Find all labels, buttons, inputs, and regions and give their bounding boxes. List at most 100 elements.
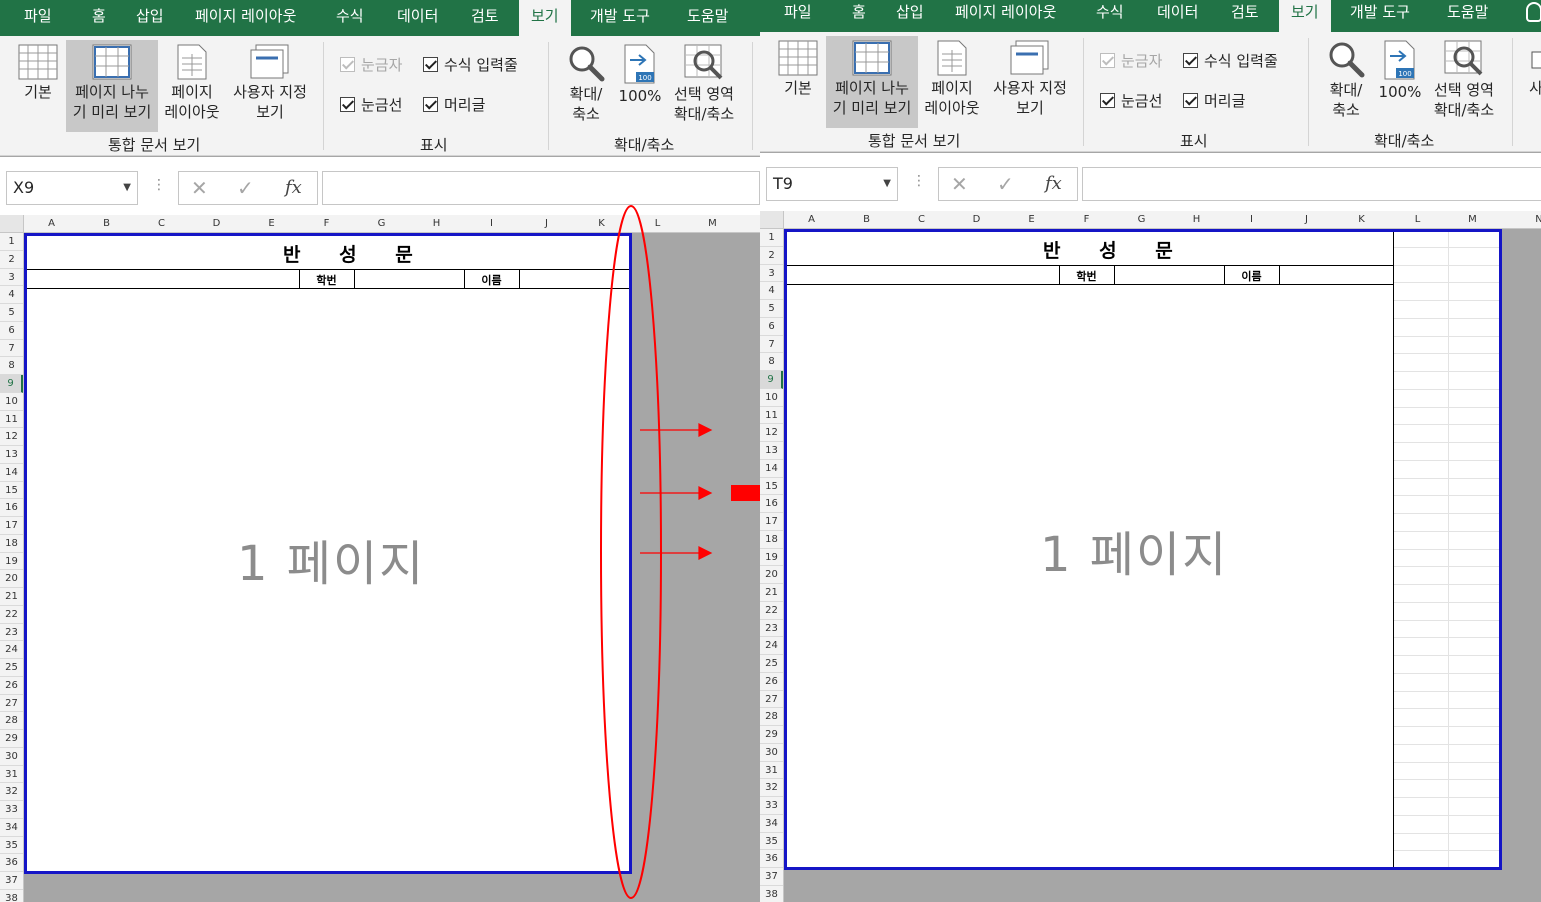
enter-icon[interactable]: ✓ <box>997 168 1014 200</box>
tab-home[interactable]: 홈 <box>852 0 866 32</box>
row-header[interactable]: 23 <box>760 620 783 638</box>
row-header[interactable]: 25 <box>760 655 783 673</box>
column-header[interactable]: E <box>1004 211 1059 229</box>
row-header[interactable]: 26 <box>760 673 783 691</box>
row-header[interactable]: 1 <box>760 229 783 247</box>
gridline <box>1394 300 1499 301</box>
gridline <box>1394 371 1499 372</box>
row-header[interactable]: 13 <box>760 442 783 460</box>
formula-bar-checkbox[interactable]: 수식 입력줄 <box>1183 50 1278 71</box>
page-break-preview-button[interactable]: 페이지 나누 기 미리 보기 <box>826 36 918 128</box>
tab-developer[interactable]: 개발 도구 <box>1350 0 1410 32</box>
row-header[interactable]: 10 <box>760 389 783 407</box>
headings-checkbox[interactable]: 머리글 <box>1183 90 1245 111</box>
tab-help[interactable]: 도움말 <box>1447 0 1488 32</box>
row-header[interactable]: 24 <box>760 637 783 655</box>
tab-file[interactable]: 파일 <box>784 0 812 32</box>
column-header[interactable]: M <box>1445 211 1500 229</box>
row-header[interactable]: 20 <box>760 566 783 584</box>
left-screenshot: 파일 홈 삽입 페이지 레이아웃 수식 데이터 검토 보기 개발 도구 도움말 … <box>0 0 760 902</box>
row-header[interactable]: 27 <box>760 691 783 709</box>
zoom-selection-icon <box>1444 40 1483 76</box>
row-header[interactable]: 32 <box>760 779 783 797</box>
row-header[interactable]: 17 <box>760 513 783 531</box>
row-header[interactable]: 9 <box>760 371 783 389</box>
zoom-100-button[interactable]: 100 100% <box>1376 36 1424 102</box>
tab-data[interactable]: 데이터 <box>1157 0 1198 32</box>
column-header[interactable]: C <box>894 211 949 229</box>
row-header[interactable]: 3 <box>760 265 783 283</box>
row-header[interactable]: 22 <box>760 602 783 620</box>
border-line <box>787 265 1394 266</box>
border-line <box>1279 265 1280 284</box>
gridline <box>1394 530 1499 532</box>
row-header[interactable]: 2 <box>760 247 783 265</box>
column-header[interactable]: N <box>1524 211 1541 229</box>
row-header[interactable]: 28 <box>760 708 783 726</box>
row-header[interactable]: 35 <box>760 833 783 851</box>
gridline <box>1394 548 1499 550</box>
name-box[interactable]: T9 ▼ <box>766 167 898 201</box>
row-header[interactable]: 21 <box>760 584 783 602</box>
tab-review[interactable]: 검토 <box>1231 0 1259 32</box>
column-header[interactable]: D <box>949 211 1004 229</box>
chevron-down-icon[interactable]: ▼ <box>883 168 891 200</box>
arrow-head-icon <box>698 486 713 500</box>
gridline <box>1394 353 1499 355</box>
zoom-button[interactable]: 확대/ 축소 <box>1320 36 1372 120</box>
column-header[interactable]: F <box>1059 211 1114 229</box>
cancel-icon[interactable]: ✕ <box>951 168 968 200</box>
column-header[interactable]: J <box>1279 211 1334 229</box>
row-header[interactable]: 30 <box>760 744 783 762</box>
column-header[interactable]: G <box>1114 211 1169 229</box>
gridline <box>1394 672 1499 674</box>
column-header[interactable]: I <box>1224 211 1279 229</box>
column-header[interactable]: H <box>1169 211 1224 229</box>
row-header[interactable]: 18 <box>760 531 783 549</box>
gridline <box>1394 335 1499 337</box>
gridlines-checkbox[interactable]: 눈금선 <box>1100 90 1162 111</box>
row-header[interactable]: 16 <box>760 495 783 513</box>
tab-insert[interactable]: 삽입 <box>896 0 924 32</box>
tab-view[interactable]: 보기 <box>1279 0 1331 32</box>
column-header[interactable]: K <box>1334 211 1389 229</box>
normal-view-icon <box>778 40 818 76</box>
zoom-100-icon: 100 <box>1384 40 1415 80</box>
row-header[interactable]: 19 <box>760 549 783 567</box>
row-header[interactable]: 38 <box>760 886 783 902</box>
column-header[interactable]: B <box>839 211 894 229</box>
row-header[interactable]: 37 <box>760 868 783 886</box>
row-header[interactable]: 31 <box>760 762 783 780</box>
tab-formulas[interactable]: 수식 <box>1096 0 1124 32</box>
row-header[interactable]: 14 <box>760 460 783 478</box>
row-header[interactable]: 36 <box>760 850 783 868</box>
custom-views-button[interactable]: 사용자 지정 보기 <box>988 36 1072 118</box>
row-header[interactable]: 5 <box>760 300 783 318</box>
zoom-to-selection-button[interactable]: 선택 영역 확대/축소 <box>1428 36 1500 120</box>
row-header[interactable]: 11 <box>760 407 783 425</box>
formula-input[interactable] <box>1082 167 1541 201</box>
row-header[interactable]: 34 <box>760 815 783 833</box>
gridline <box>1394 690 1499 692</box>
row-header[interactable]: 15 <box>760 478 783 496</box>
column-header[interactable]: A <box>784 211 839 229</box>
ruler-checkbox[interactable]: 눈금자 <box>1100 50 1162 71</box>
select-all-corner[interactable] <box>760 211 784 229</box>
new-window-button[interactable]: 사 <box>1526 36 1541 98</box>
row-header[interactable]: 4 <box>760 282 783 300</box>
row-header[interactable]: 7 <box>760 336 783 354</box>
ribbon-separator <box>1512 38 1513 146</box>
page-layout-view-button[interactable]: 페이지 레이아웃 <box>920 36 984 118</box>
row-header[interactable]: 29 <box>760 726 783 744</box>
insert-function-icon[interactable]: fx <box>1045 168 1062 200</box>
column-header[interactable]: L <box>1390 211 1445 229</box>
row-header[interactable]: 6 <box>760 318 783 336</box>
tab-page-layout[interactable]: 페이지 레이아웃 <box>955 0 1056 32</box>
normal-view-button[interactable]: 기본 <box>770 36 826 98</box>
gridline <box>1394 655 1499 656</box>
row-header[interactable]: 33 <box>760 797 783 815</box>
lightbulb-icon[interactable] <box>1526 2 1541 22</box>
row-header[interactable]: 12 <box>760 424 783 442</box>
gridline <box>1394 708 1499 710</box>
row-header[interactable]: 8 <box>760 353 783 371</box>
